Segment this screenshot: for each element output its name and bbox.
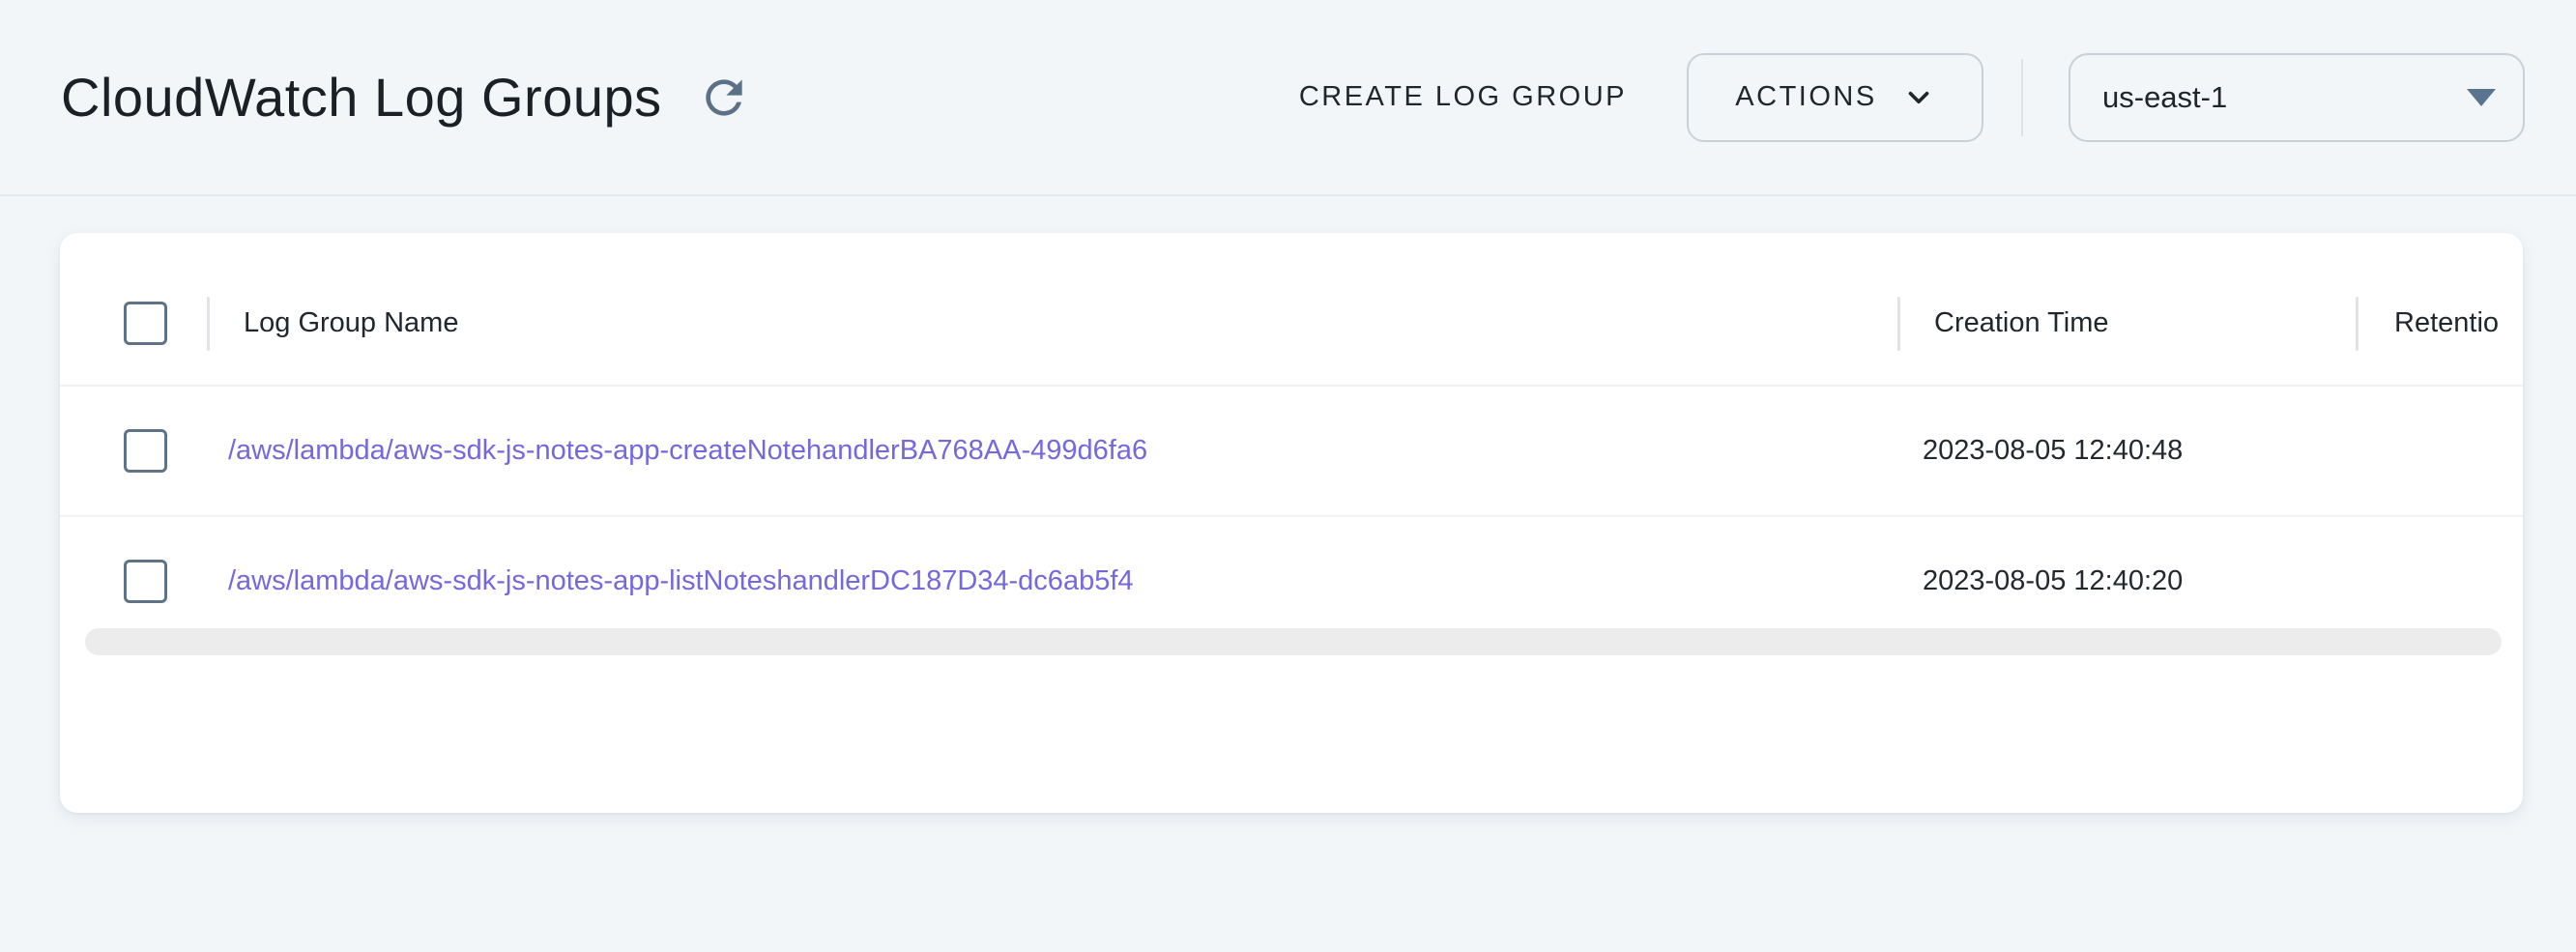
creation-time-value: 2023-08-05 12:40:48 <box>1923 435 2183 467</box>
table-row: /aws/lambda/aws-sdk-js-notes-app-createN… <box>60 385 2523 515</box>
refresh-button[interactable] <box>693 67 755 129</box>
column-header-log-group-name: Log Group Name <box>244 307 458 339</box>
column-header-creation-time: Creation Time <box>1934 307 2109 339</box>
header-divider <box>2021 59 2023 136</box>
table-row: /aws/lambda/aws-sdk-js-notes-app-listNot… <box>60 515 2523 646</box>
main-area: Log Group Name Creation Time Retentio /a… <box>0 196 2576 813</box>
log-group-link[interactable]: /aws/lambda/aws-sdk-js-notes-app-listNot… <box>228 565 1134 597</box>
page-title: CloudWatch Log Groups <box>61 66 662 129</box>
row-checkbox[interactable] <box>124 560 167 603</box>
table-header-row: Log Group Name Creation Time Retentio <box>60 233 2523 385</box>
caret-down-icon <box>2467 89 2496 106</box>
creation-time-value: 2023-08-05 12:40:20 <box>1923 565 2183 597</box>
log-group-link[interactable]: /aws/lambda/aws-sdk-js-notes-app-createN… <box>228 435 1147 467</box>
horizontal-scrollbar[interactable] <box>85 628 2502 655</box>
region-select-value: us-east-1 <box>2102 80 2227 115</box>
refresh-icon <box>697 71 751 125</box>
select-all-checkbox[interactable] <box>124 302 167 345</box>
region-select[interactable]: us-east-1 <box>2069 53 2525 142</box>
app-header: CloudWatch Log Groups CREATE LOG GROUP A… <box>0 0 2576 196</box>
actions-button-label: ACTIONS <box>1735 81 1876 113</box>
row-checkbox[interactable] <box>124 429 167 473</box>
chevron-down-icon <box>1902 81 1935 114</box>
column-header-retention: Retentio <box>2394 307 2499 339</box>
create-log-group-button[interactable]: CREATE LOG GROUP <box>1274 62 1652 132</box>
log-groups-card: Log Group Name Creation Time Retentio /a… <box>60 233 2523 813</box>
actions-button[interactable]: ACTIONS <box>1687 53 1983 142</box>
